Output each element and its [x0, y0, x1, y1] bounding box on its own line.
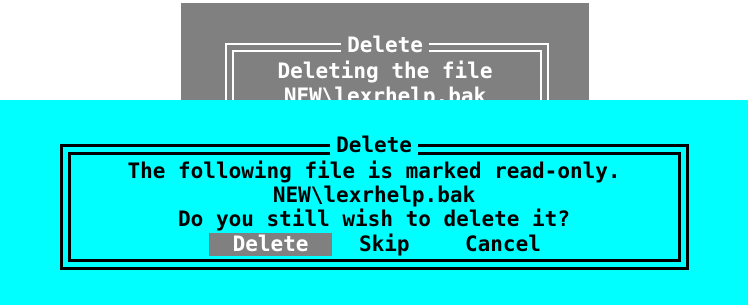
cancel-button[interactable]: Cancel — [465, 233, 541, 256]
delete-button[interactable]: Delete — [209, 233, 332, 256]
dialog-message: The following file is marked read-only. — [127, 159, 621, 183]
skip-button[interactable]: Skip — [359, 233, 410, 256]
screen: Delete Deleting the file NEW\lexrhelp.ba… — [0, 0, 748, 305]
read-only-confirm-dialog: Delete The following file is marked read… — [0, 100, 748, 305]
dialog-filename: NEW\lexrhelp.bak — [272, 183, 476, 207]
background-dialog-message: Deleting the file — [277, 59, 493, 83]
dialog-question: Do you still wish to delete it? — [178, 207, 570, 231]
dialog-title: Delete — [0, 133, 748, 157]
background-dialog-title: Delete — [181, 33, 589, 57]
background-progress-dialog: Delete Deleting the file NEW\lexrhelp.ba… — [181, 3, 589, 123]
